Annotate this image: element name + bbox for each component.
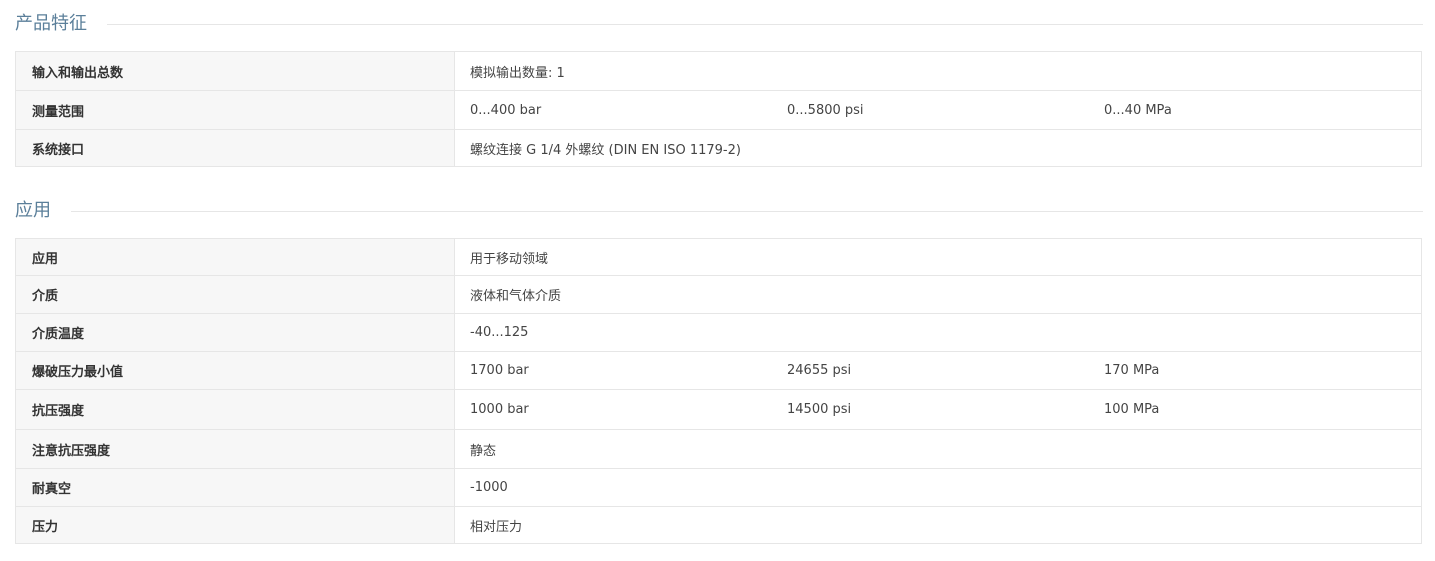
row-value: 液体和气体介质 [454,275,1422,314]
table-row: 介质温度 -40...125 [15,313,1422,352]
row-label: 输入和输出总数 [15,51,455,91]
value-mpa: 0...40 MPa [1104,102,1172,118]
value-text: 液体和气体介质 [470,289,562,304]
applications-table: 应用 用于移动领域 介质 液体和气体介质 介质温度 -40...125 爆破压力… [15,238,1422,544]
value-text: 用于移动领域 [470,251,549,267]
value-bar: 1000 bar [470,402,529,417]
section-header-applications: 应用 [15,197,1423,225]
row-label: 介质温度 [15,313,455,352]
row-label: 介质 [15,275,455,314]
value-text: 静态 [470,443,497,459]
section-header-features: 产品特征 [15,10,1423,38]
table-row: 耐真空 -1000 [15,468,1422,507]
row-label: 注意抗压强度 [15,429,455,469]
row-value: 1000 bar 14500 psi 100 MPa [454,389,1422,430]
row-value: 1700 bar 24655 psi 170 MPa [454,351,1422,390]
table-row: 注意抗压强度 静态 [15,429,1422,469]
row-label: 系统接口 [15,129,455,167]
row-value: 0...400 bar 0...5800 psi 0...40 MPa [454,90,1422,130]
value-text: -40...125 [470,325,529,340]
table-row: 压力 相对压力 [15,506,1422,544]
value-psi: 0...5800 psi [787,102,864,118]
row-label: 耐真空 [15,468,455,507]
value-psi: 24655 psi [787,363,852,378]
row-value: 相对压力 [454,506,1422,544]
row-value: -1000 [454,468,1422,507]
table-row: 抗压强度 1000 bar 14500 psi 100 MPa [15,389,1422,430]
row-value: 模拟输出数量: 1 [454,51,1422,91]
section-title-features: 产品特征 [15,13,87,34]
row-label: 抗压强度 [15,389,455,430]
value-text: 螺纹连接 G 1/4 外螺纹 (DIN EN ISO 1179-2) [470,142,741,158]
table-row: 输入和输出总数 模拟输出数量: 1 [15,51,1422,91]
table-row: 系统接口 螺纹连接 G 1/4 外螺纹 (DIN EN ISO 1179-2) [15,129,1422,167]
value-mpa: 100 MPa [1104,402,1160,417]
value-psi: 14500 psi [787,402,852,417]
row-label: 应用 [15,238,455,276]
value-text: -1000 [470,480,508,495]
value-bar: 0...400 bar [470,102,542,118]
row-value: -40...125 [454,313,1422,352]
row-value: 用于移动领域 [454,238,1422,276]
table-row: 应用 用于移动领域 [15,238,1422,276]
row-label: 爆破压力最小值 [15,351,455,390]
value-mpa: 170 MPa [1104,363,1160,378]
table-row: 测量范围 0...400 bar 0...5800 psi 0...40 MPa [15,90,1422,130]
section-divider [107,23,1423,25]
table-row: 介质 液体和气体介质 [15,275,1422,314]
row-value: 螺纹连接 G 1/4 外螺纹 (DIN EN ISO 1179-2) [454,129,1422,167]
row-value: 静态 [454,429,1422,469]
features-table: 输入和输出总数 模拟输出数量: 1 测量范围 0...400 bar 0...5… [15,51,1422,167]
section-divider [71,210,1423,212]
value-bar: 1700 bar [470,363,529,378]
table-row: 爆破压力最小值 1700 bar 24655 psi 170 MPa [15,351,1422,390]
row-label: 测量范围 [15,90,455,130]
section-title-applications: 应用 [15,200,51,221]
row-label: 压力 [15,506,455,544]
value-text: 相对压力 [470,519,523,535]
value-text: 模拟输出数量: 1 [470,65,565,81]
